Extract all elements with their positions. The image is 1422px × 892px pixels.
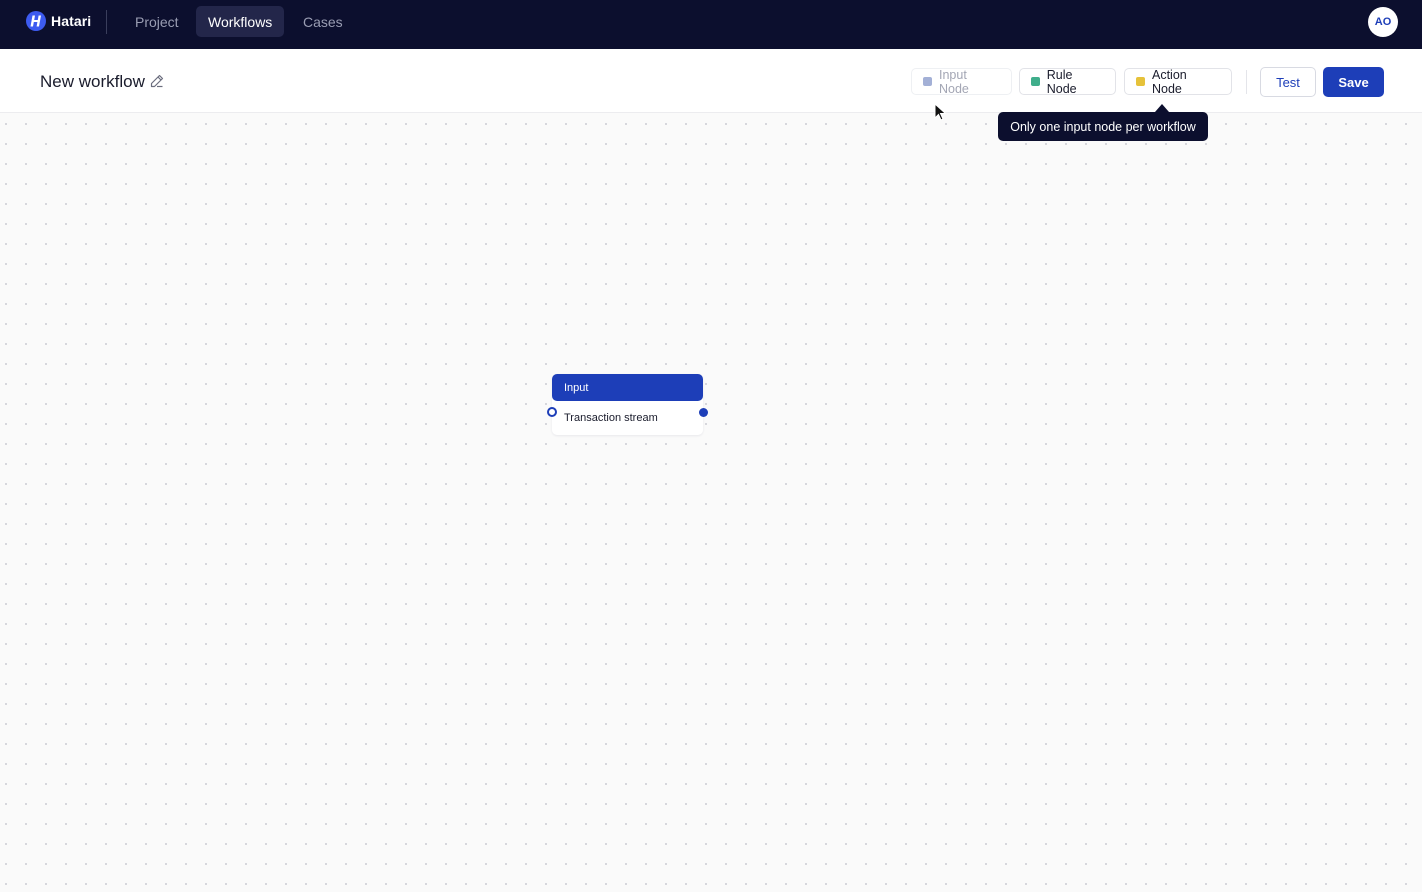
user-avatar[interactable]: AO	[1368, 7, 1398, 37]
workflow-title: New workflow	[40, 72, 145, 91]
tooltip-arrow	[1155, 104, 1169, 112]
action-node-label: Action Node	[1151, 67, 1187, 96]
tooltip: Only one input node per workflow	[998, 112, 1208, 141]
tab-workflows[interactable]: Workflows	[196, 6, 285, 37]
add-input-node-button[interactable]: Input Node	[911, 67, 1012, 96]
workflow-canvas[interactable]: Input Transaction stream	[0, 114, 1422, 892]
pencil-icon[interactable]	[150, 74, 164, 88]
brand-name: Hatari	[51, 13, 92, 29]
rule-node-color-dot	[1031, 77, 1040, 86]
mouse-pointer-icon	[934, 103, 947, 121]
toolbar-divider	[1246, 70, 1247, 94]
nav-divider	[106, 10, 107, 34]
action-node-color-dot	[1136, 77, 1145, 86]
input-node-source-handle[interactable]	[699, 408, 708, 417]
add-action-node-button[interactable]: Action Node	[1124, 67, 1232, 96]
brand[interactable]: Hatari	[26, 10, 91, 32]
rule-node-label: Rule Node	[1046, 67, 1077, 96]
tab-project[interactable]: Project	[123, 6, 191, 37]
top-navigation-bar: Hatari Project Workflows Cases AO	[0, 0, 1422, 49]
input-node-subtitle: Transaction stream	[564, 412, 658, 424]
input-node-header: Input	[552, 374, 703, 401]
workflow-header: New workflow Input Node Rule Node Action…	[0, 49, 1422, 113]
input-node-label: Input Node	[938, 67, 969, 96]
tab-cases[interactable]: Cases	[291, 6, 355, 37]
input-node-target-handle[interactable]	[547, 407, 557, 417]
test-button[interactable]: Test	[1260, 67, 1316, 97]
save-button[interactable]: Save	[1323, 67, 1384, 97]
input-node[interactable]: Input Transaction stream	[547, 374, 708, 435]
input-node-color-dot	[923, 77, 932, 86]
hatari-logo-icon	[26, 11, 46, 31]
add-rule-node-button[interactable]: Rule Node	[1019, 67, 1116, 96]
